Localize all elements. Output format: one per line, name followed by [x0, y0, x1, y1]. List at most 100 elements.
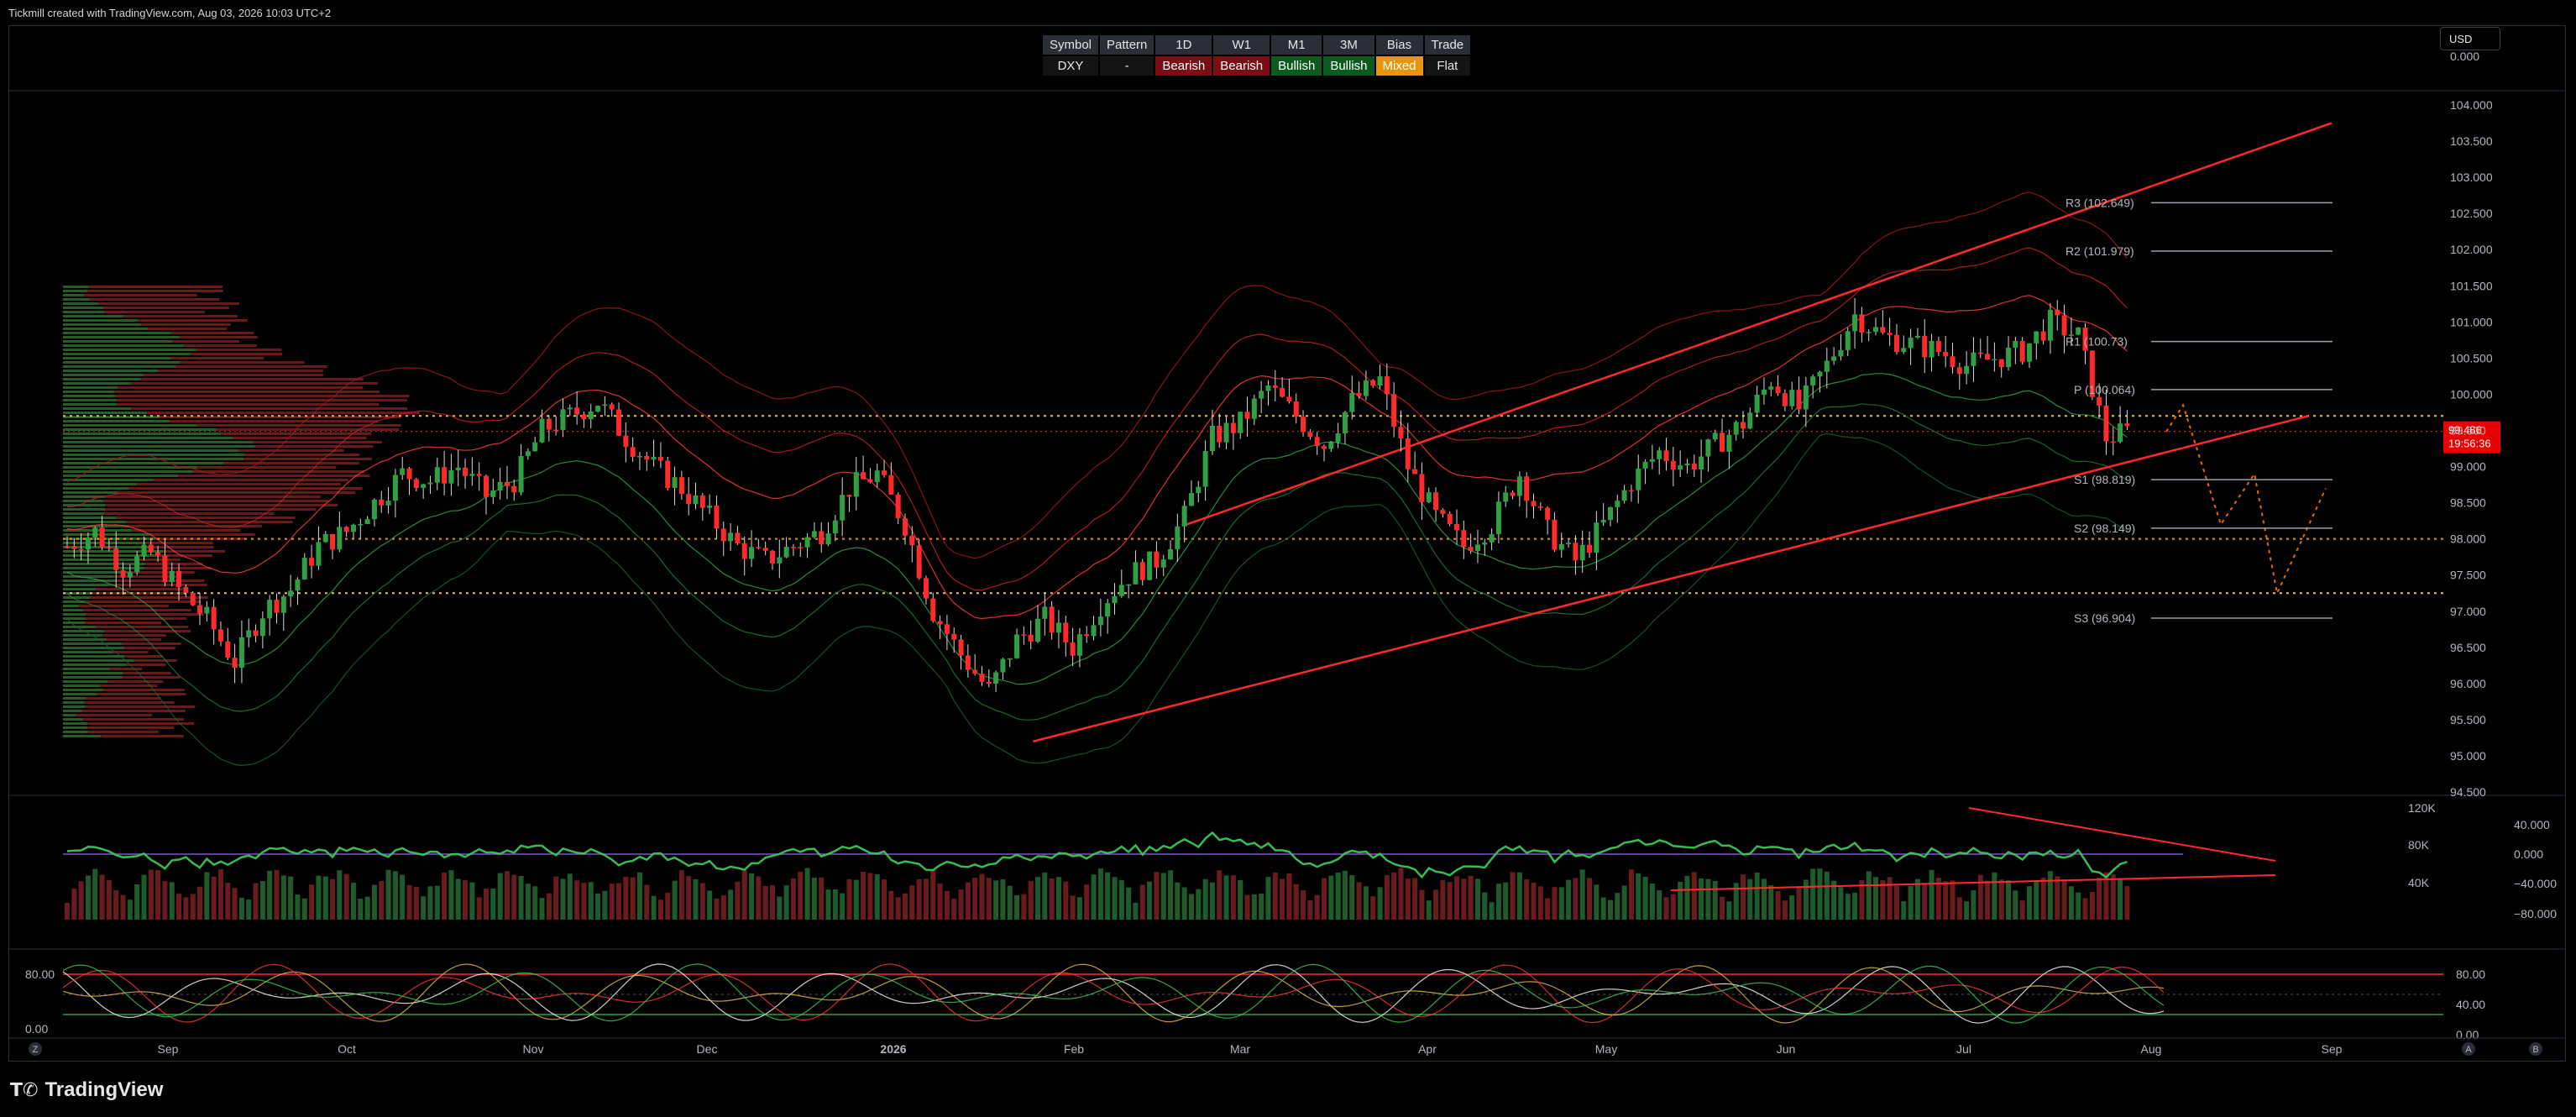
volume-profile-bar	[144, 374, 323, 376]
volume-profile-bar	[63, 344, 185, 347]
volume-profile-bar	[123, 672, 171, 674]
candle-body	[490, 490, 496, 497]
volume-profile-bar	[101, 735, 184, 737]
volume-bar	[1105, 872, 1111, 920]
volume-bar	[832, 889, 838, 920]
candle-body	[539, 418, 545, 443]
volume-bar	[385, 869, 391, 920]
candle-body	[1301, 417, 1306, 433]
volume-profile-bar	[180, 361, 305, 364]
price-tick-label: 98.500	[2450, 496, 2486, 510]
status-value-1: -	[1100, 56, 1154, 76]
candle-body	[190, 592, 196, 606]
candle-body	[1712, 433, 1718, 440]
volume-bar	[295, 894, 301, 920]
volume-bar	[106, 880, 112, 920]
time-axis-label: Nov	[523, 1042, 544, 1056]
status-value-7: Flat	[1424, 56, 1471, 76]
status-header-0: Symbol	[1043, 35, 1099, 55]
candle-body	[1126, 584, 1132, 586]
chart-canvas[interactable]: R3 (102.649) R2 (101.979) R1 (100.73) P (10…	[0, 0, 2576, 1117]
candle-body	[1251, 398, 1257, 419]
volume-profile-bar	[104, 311, 205, 313]
candle-body	[1384, 376, 1390, 395]
volume-profile-bar	[63, 676, 123, 679]
candle-body	[1307, 432, 1313, 438]
candle-body	[1028, 634, 1034, 642]
candle-body	[1866, 332, 1872, 333]
osc1-tick-label: 40.000	[2514, 818, 2550, 831]
volume-profile-bar	[63, 517, 117, 519]
candle-body	[616, 409, 622, 436]
volume-profile-bar	[109, 584, 207, 586]
volume-profile-bar	[63, 663, 127, 666]
volume-profile-bar	[238, 449, 344, 452]
volume-bar	[1419, 889, 1425, 920]
candle-body	[1259, 391, 1264, 399]
volume-bar	[232, 888, 238, 920]
candle-body	[1118, 585, 1124, 596]
candle-body	[846, 495, 852, 497]
volume-bar	[1217, 870, 1223, 920]
volume-profile-bar	[63, 647, 125, 649]
candle-body	[888, 475, 894, 495]
volume-profile-bar	[63, 483, 137, 485]
candle-body	[965, 655, 971, 670]
candle-body	[1328, 442, 1334, 449]
volume-bar	[301, 898, 307, 920]
volume-bar	[1621, 885, 1627, 920]
candle-body	[337, 527, 343, 550]
volume-bar	[1175, 882, 1181, 920]
currency-selector[interactable]: USD	[2440, 27, 2500, 50]
pivot-level-label: R2 (101.979)	[2066, 244, 2134, 258]
volume-bar	[979, 873, 985, 920]
candle-body	[1349, 392, 1355, 412]
volume-profile-bar	[105, 508, 317, 511]
volume-bar	[769, 885, 775, 920]
pivot-level-label: R1 (100.73)	[2066, 335, 2128, 349]
volume-profile-bar	[152, 546, 214, 548]
last-price-countdown: 19:56:36	[2448, 438, 2491, 450]
volume-bar	[337, 870, 343, 920]
candle-body	[1628, 490, 1634, 492]
candle-body	[169, 570, 175, 583]
candle-body	[714, 505, 720, 529]
volume-bar	[211, 876, 217, 920]
volume-bar	[930, 870, 936, 920]
volume-profile-bar	[253, 441, 382, 443]
candle-body	[1363, 380, 1369, 396]
volume-bar	[511, 874, 517, 920]
volume-profile-bar	[82, 609, 191, 611]
price-tick-label: 97.500	[2450, 569, 2486, 582]
candle-body	[749, 547, 755, 559]
tradingview-brand[interactable]: 𝗧✆ TradingView	[10, 1078, 163, 1102]
volume-profile-bar	[124, 655, 163, 658]
volume-bar	[693, 878, 699, 920]
candle-body	[2110, 441, 2116, 443]
candle-body	[274, 600, 280, 613]
price-tick-label: 96.500	[2450, 641, 2486, 654]
candle-body	[1474, 544, 1480, 552]
volume-bar	[1600, 897, 1606, 920]
volume-bar	[1307, 899, 1313, 920]
volume-profile-bar	[63, 512, 104, 515]
candle-body	[1070, 642, 1076, 656]
candle-body	[1454, 524, 1460, 531]
volume-bar	[665, 893, 671, 920]
candle-body	[916, 545, 922, 579]
volume-bar	[888, 890, 894, 920]
volume-bar	[1887, 877, 1893, 920]
volume-bar	[2118, 878, 2123, 920]
candle-body	[1726, 434, 1732, 452]
volume-profile-bar	[90, 298, 220, 301]
volume-bar	[1964, 901, 1970, 920]
time-axis-label: Jul	[1956, 1042, 1971, 1056]
candle-body	[595, 406, 601, 412]
candle-body	[1377, 376, 1383, 386]
osc1-tick-label: −80.000	[2514, 907, 2557, 920]
volume-bar	[1244, 894, 1250, 920]
volume-profile-bar	[63, 458, 244, 460]
candle-body	[1419, 474, 1425, 502]
volume-profile-bar	[104, 630, 191, 632]
price-tick-label: 102.500	[2450, 207, 2493, 220]
